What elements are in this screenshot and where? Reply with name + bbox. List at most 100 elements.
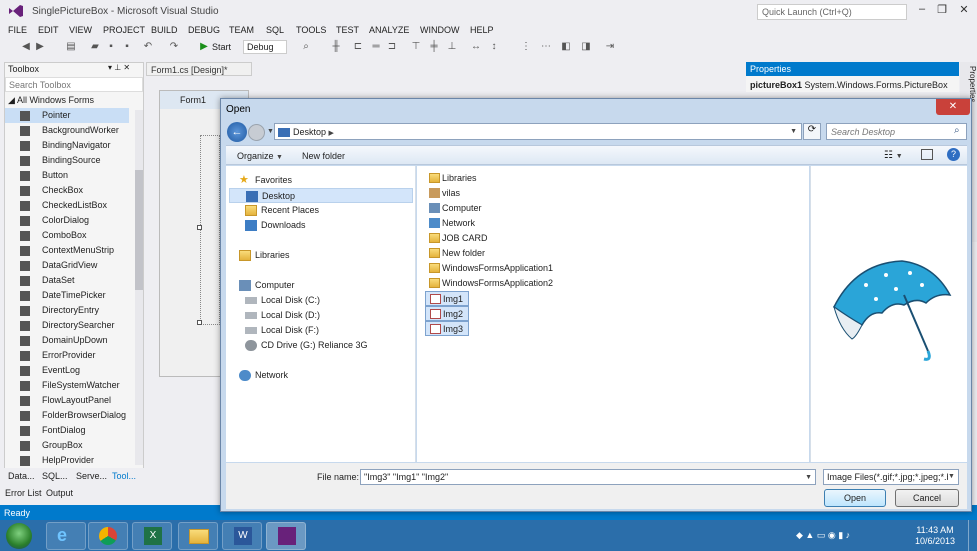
cancel-button[interactable]: Cancel (895, 489, 959, 507)
toolbox-item[interactable]: DomainUpDown (5, 333, 129, 348)
file-item[interactable]: Img3 (425, 321, 469, 336)
menu-edit[interactable]: EDIT (38, 25, 59, 35)
menu-debug[interactable]: DEBUG (188, 25, 220, 35)
breadcrumb-chevron-icon[interactable]: ▶ (329, 130, 334, 137)
open-file-icon[interactable]: ▰ (89, 41, 101, 53)
align-middle-icon[interactable]: ╪ (428, 41, 440, 53)
back-arrow-icon[interactable]: ← (227, 122, 247, 142)
file-type-select[interactable]: Image Files(*.gif;*.jpg;*.jpeg;*.b (823, 469, 959, 485)
tab-toolbox[interactable]: Tool... (112, 471, 136, 481)
help-icon[interactable]: ? (947, 148, 960, 161)
tab-order-icon[interactable]: ⇥ (604, 41, 616, 53)
toolbox-item[interactable]: FlowLayoutPanel (5, 393, 129, 408)
toolbox-item[interactable]: ColorDialog (5, 213, 129, 228)
file-name-dropdown-icon[interactable]: ▼ (805, 474, 812, 481)
taskbar-visual-studio[interactable] (266, 522, 306, 550)
file-item[interactable]: New folder (425, 246, 565, 261)
forward-arrow-icon[interactable] (248, 124, 265, 141)
menu-build[interactable]: BUILD (151, 25, 178, 35)
tray-icons[interactable]: ◆ ▲ ▭ ◉ ▮ ♪ (796, 530, 850, 541)
file-item[interactable]: Img1 (425, 291, 469, 306)
toolbox-item[interactable]: EventLog (5, 363, 129, 378)
restore-button[interactable]: ❐ (932, 3, 952, 17)
toolbox-item[interactable]: DateTimePicker (5, 288, 129, 303)
taskbar-internet-explorer[interactable]: e (46, 522, 86, 550)
new-project-icon[interactable]: ▤ (65, 41, 77, 53)
align-right-icon[interactable]: ⊐ (386, 41, 398, 53)
open-button[interactable]: Open (824, 489, 886, 507)
undo-icon[interactable]: ↶ (142, 41, 154, 53)
menu-analyze[interactable]: ANALYZE (369, 25, 409, 35)
properties-object-selector[interactable]: pictureBox1 System.Windows.Forms.Picture… (746, 78, 959, 92)
size-width-icon[interactable]: ↔ (470, 41, 482, 53)
minimize-button[interactable]: – (912, 3, 932, 17)
toolbox-item[interactable]: Button (5, 168, 129, 183)
nav-item-desktop[interactable]: Desktop (229, 188, 413, 203)
toolbox-item[interactable]: DirectoryEntry (5, 303, 129, 318)
toolbox-item[interactable]: GroupBox (5, 438, 129, 453)
start-button[interactable]: Start (212, 42, 231, 52)
toolbox-scrollbar[interactable] (135, 110, 143, 465)
save-all-icon[interactable]: ▪ (121, 41, 133, 53)
recent-locations-icon[interactable]: ▼ (267, 128, 274, 135)
file-name-input[interactable]: "Img3" "Img1" "Img2" ▼ (360, 469, 816, 485)
toolbox-item[interactable]: CheckedListBox (5, 198, 129, 213)
align-left-icon[interactable]: ⊏ (352, 41, 364, 53)
address-dropdown-icon[interactable]: ▼ (790, 128, 797, 135)
toolbox-item[interactable]: FolderBrowserDialog (5, 408, 129, 423)
align-top-icon[interactable]: ⊤ (410, 41, 422, 53)
toolbox-item[interactable]: ComboBox (5, 228, 129, 243)
file-item[interactable]: vilas (425, 186, 565, 201)
menu-view[interactable]: VIEW (69, 25, 92, 35)
tab-data-sources[interactable]: Data... (8, 471, 35, 481)
toolbox-search-input[interactable]: Search Toolbox (5, 77, 143, 92)
file-item[interactable]: Network (425, 216, 565, 231)
toolbox-item[interactable]: BindingSource (5, 153, 129, 168)
save-icon[interactable]: ▪ (105, 41, 117, 53)
address-bar[interactable]: Desktop ▶ ▼ (274, 123, 802, 140)
forward-nav-icon[interactable]: ▶ (34, 41, 46, 53)
toolbox-item[interactable]: CheckBox (5, 183, 129, 198)
toolbox-item[interactable]: BindingNavigator (5, 138, 129, 153)
tab-sql-explorer[interactable]: SQL... (42, 471, 68, 481)
spacing-vertical-icon[interactable]: ⋯ (540, 41, 552, 53)
clock[interactable]: 11:43 AM 10/6/2013 (910, 525, 960, 547)
document-tab[interactable]: Form1.cs [Design]* (146, 62, 252, 76)
toolbox-item[interactable]: DataSet (5, 273, 129, 288)
taskbar-excel[interactable]: X (132, 522, 172, 550)
file-item[interactable]: Libraries (425, 171, 565, 186)
resize-handle[interactable] (197, 225, 202, 230)
redo-icon[interactable]: ↷ (168, 41, 180, 53)
dialog-close-button[interactable]: ✕ (936, 99, 970, 115)
refresh-icon[interactable]: ⟳ (803, 123, 821, 140)
taskbar-explorer[interactable] (178, 522, 218, 550)
find-icon[interactable]: ⌕ (300, 41, 312, 53)
back-nav-icon[interactable]: ◀ (20, 41, 32, 53)
tab-server-explorer[interactable]: Serve... (76, 471, 107, 481)
tab-output[interactable]: Output (46, 488, 73, 498)
taskbar-chrome[interactable] (88, 522, 128, 550)
toolbox-item[interactable]: Pointer (5, 108, 129, 123)
close-window-button[interactable]: ✕ (954, 3, 974, 17)
toolbox-item[interactable]: FileSystemWatcher (5, 378, 129, 393)
organize-button[interactable]: Organize ▼ (237, 151, 283, 161)
file-type-dropdown-icon[interactable]: ▼ (948, 473, 955, 480)
tab-error-list[interactable]: Error List (5, 488, 42, 498)
start-button[interactable] (6, 523, 32, 549)
search-input[interactable]: Search Desktop (826, 123, 967, 140)
bring-front-icon[interactable]: ◧ (560, 41, 572, 53)
menu-project[interactable]: PROJECT (103, 25, 145, 35)
file-item[interactable]: WindowsFormsApplication1 (425, 261, 565, 276)
layout-align-icon[interactable]: ╫ (330, 41, 342, 53)
spacing-icon[interactable]: ⋮ (520, 41, 532, 53)
configuration-dropdown[interactable]: Debug (243, 40, 287, 54)
menu-help[interactable]: HELP (470, 25, 494, 35)
align-center-icon[interactable]: ═ (370, 41, 382, 53)
align-bottom-icon[interactable]: ⊥ (446, 41, 458, 53)
file-item[interactable]: WindowsFormsApplication2 (425, 276, 565, 291)
toolbox-item[interactable]: ContextMenuStrip (5, 243, 129, 258)
picturebox-selection[interactable] (200, 135, 220, 325)
toolbox-item[interactable]: ErrorProvider (5, 348, 129, 363)
resize-handle[interactable] (197, 320, 202, 325)
toolbox-item[interactable]: DataGridView (5, 258, 129, 273)
